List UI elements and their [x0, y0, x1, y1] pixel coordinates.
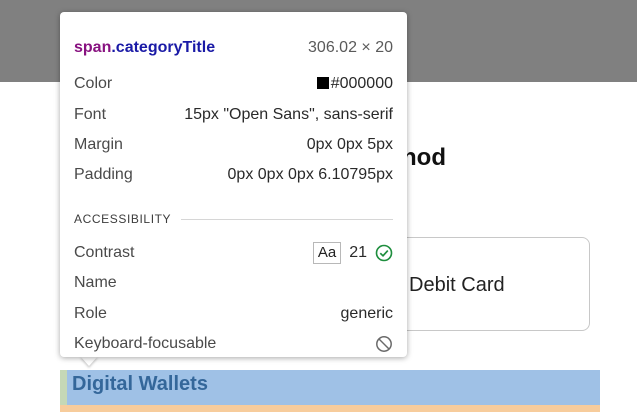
- payment-option-debit-card[interactable]: Debit Card: [382, 237, 590, 331]
- section-divider: [181, 218, 393, 220]
- font-value: 15px "Open Sans", sans-serif: [184, 106, 393, 123]
- margin-row: Margin 0px 0px 5px: [74, 134, 393, 156]
- margin-label: Margin: [74, 136, 123, 153]
- contrast-ratio: 21: [349, 244, 367, 261]
- padding-label: Padding: [74, 166, 133, 183]
- focusable-row: Keyboard-focusable: [74, 333, 393, 355]
- font-row: Font 15px "Open Sans", sans-serif: [74, 104, 393, 126]
- check-circle-icon: [375, 244, 393, 262]
- margin-highlight-overlay: [60, 405, 600, 412]
- contrast-row: Contrast Aa 21: [74, 242, 393, 264]
- role-row: Role generic: [74, 303, 393, 325]
- name-label: Name: [74, 274, 117, 291]
- padding-highlight-overlay: [60, 370, 67, 405]
- color-row: Color #000000: [74, 73, 393, 95]
- accessibility-title: ACCESSIBILITY: [74, 212, 172, 226]
- inspector-tooltip: span.categoryTitle 306.02 × 20 Color #00…: [60, 12, 407, 357]
- selector-class: .categoryTitle: [111, 39, 216, 56]
- no-entry-icon: [375, 335, 393, 353]
- contrast-aa-sample: Aa: [312, 242, 342, 264]
- padding-row: Padding 0px 0px 0px 6.10795px: [74, 164, 393, 186]
- color-swatch: [316, 77, 329, 89]
- contrast-label: Contrast: [74, 244, 135, 261]
- payment-option-label: Debit Card: [409, 274, 505, 296]
- category-title[interactable]: Digital Wallets: [72, 373, 208, 396]
- selector-tag: span: [74, 39, 112, 56]
- font-label: Font: [74, 106, 107, 123]
- tooltip-header: span.categoryTitle 306.02 × 20: [74, 37, 393, 59]
- contrast-value-wrap: Aa 21: [312, 242, 393, 264]
- color-label: Color: [74, 75, 113, 92]
- page-heading: hod: [402, 144, 446, 171]
- focusable-label: Keyboard-focusable: [74, 335, 217, 352]
- padding-value: 0px 0px 0px 6.10795px: [227, 166, 393, 183]
- margin-value: 0px 0px 5px: [306, 136, 393, 153]
- accessibility-section-header: ACCESSIBILITY: [74, 211, 393, 227]
- role-label: Role: [74, 305, 107, 322]
- name-row: Name: [74, 272, 393, 294]
- color-value-wrap: #000000: [316, 75, 393, 93]
- role-value: generic: [340, 305, 393, 322]
- element-size: 306.02 × 20: [308, 39, 393, 56]
- element-selector: span.categoryTitle: [74, 39, 215, 57]
- tooltip-arrow: [80, 356, 98, 366]
- color-value: #000000: [330, 75, 393, 92]
